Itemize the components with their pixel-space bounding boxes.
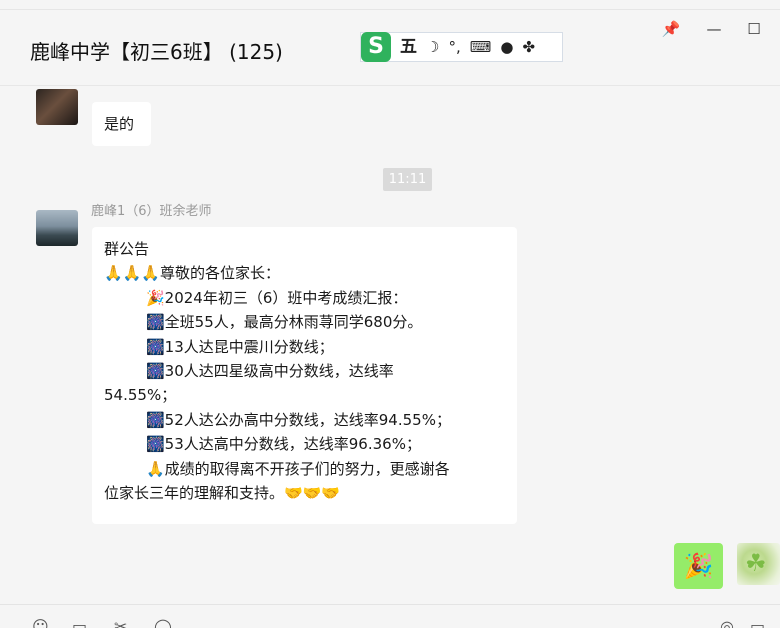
pin-icon[interactable]: 📌 [659,20,683,38]
announcement-line: 位家长三年的理解和支持。🤝🤝🤝 [104,484,341,503]
avatar[interactable] [36,210,78,246]
user-icon[interactable]: ● [500,32,513,62]
emoji-icon[interactable]: ☺ [32,617,49,628]
keyboard-icon[interactable]: ⌨ [470,32,492,62]
announcement-line: 🎉2024年初三（6）班中考成绩汇报： [146,288,408,307]
window-top-edge [0,0,780,10]
voice-call-icon[interactable]: ◎ [720,617,734,628]
message-bubble[interactable]: 是的 [92,102,151,146]
video-call-icon[interactable]: ▭ [750,617,765,628]
maximize-icon[interactable]: ☐ [742,20,766,38]
punctuation-icon[interactable]: °, [448,32,460,62]
minimize-icon[interactable]: — [702,20,726,38]
announcement-line: 🙏成绩的取得离不开孩子们的努力，更感谢各 [146,459,450,478]
scissors-icon[interactable]: ✂ [114,617,127,628]
folder-icon[interactable]: ▭ [72,617,87,628]
sogou-logo-icon[interactable]: S [361,32,391,62]
announcement-line: 🎆13人达昆中震川分数线； [146,337,334,356]
sender-name: 鹿峰1（6）班余老师 [91,204,212,219]
ime-toolbar: S 五 ☽ °, ⌨ ● ✤ [360,32,563,62]
announcement-line: 🎆30人达四星级高中分数线，达线率 [146,362,394,381]
announcement-line: 🎆52人达公办高中分数线，达线率94.55%； [146,410,451,429]
self-avatar[interactable]: ☘ [737,543,780,585]
chat-area[interactable]: 是的 11:11 鹿峰1（6）班余老师 群公告 🙏🙏🙏尊敬的各位家长： 🎉202… [0,87,780,604]
clover-icon: ☘ [745,549,767,577]
chat-history-icon[interactable]: ◯ [154,617,172,628]
message-timestamp: 11:11 [383,168,432,191]
announcement-bubble[interactable]: 群公告 🙏🙏🙏尊敬的各位家长： 🎉2024年初三（6）班中考成绩汇报： 🎆全班5… [92,227,517,524]
moon-icon[interactable]: ☽ [426,32,439,62]
self-message-bubble[interactable]: 🎉 [674,543,723,589]
announcement-line: 🙏🙏🙏尊敬的各位家长： [104,264,281,283]
announcement-line: 群公告 [104,240,150,258]
avatar[interactable] [36,89,78,125]
announcement-line: 54.55%； [104,386,177,405]
announcement-line: 🎆全班55人，最高分林雨荨同学680分。 [146,313,423,332]
announcement-line: 🎆53人达高中分数线，达线率96.36%； [146,435,421,454]
chat-title: 鹿峰中学【初三6班】 (125) [30,40,283,64]
input-toolbar: ☺ ▭ ✂ ◯ ◎ ▭ [0,604,780,628]
chat-header: 鹿峰中学【初三6班】 (125) 📌 — ☐ S 五 ☽ °, ⌨ ● ✤ [0,10,780,86]
grid-icon[interactable]: ✤ [522,32,535,62]
ime-mode-label[interactable]: 五 [400,32,417,62]
